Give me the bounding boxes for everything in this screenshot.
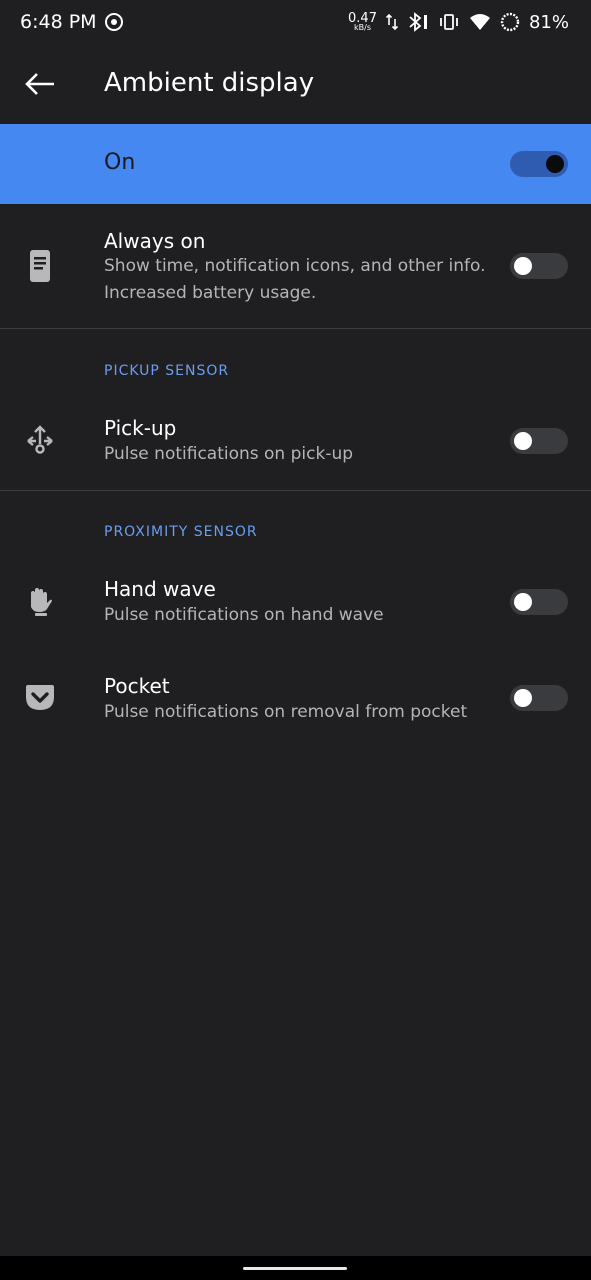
hand-icon — [24, 584, 56, 620]
page-title: Ambient display — [104, 68, 315, 98]
section-header-proximity: PROXIMITY SENSOR — [104, 524, 258, 540]
wifi-icon — [469, 14, 490, 30]
pickup-gesture-icon — [24, 422, 56, 458]
master-switch-label: On — [104, 150, 136, 175]
toggle-knob — [514, 689, 532, 707]
master-switch-toggle[interactable] — [510, 151, 568, 177]
setting-always-on[interactable]: Always on Show time, notification icons,… — [0, 204, 591, 328]
battery-percent: 81% — [528, 11, 569, 33]
setting-pocket[interactable]: Pocket Pulse notifications on removal fr… — [0, 657, 591, 747]
hand-wave-title: Hand wave — [104, 577, 216, 601]
master-switch-bar[interactable]: On — [0, 124, 591, 204]
hand-wave-toggle[interactable] — [510, 589, 568, 615]
arrow-left-icon — [25, 73, 54, 95]
battery-saver-icon — [500, 12, 520, 32]
always-on-title: Always on — [104, 229, 206, 253]
bluetooth-icon — [409, 12, 427, 32]
pocket-summary: Pulse notifications on removal from pock… — [104, 702, 468, 722]
back-button[interactable] — [22, 68, 58, 100]
media-icon — [104, 13, 123, 31]
setting-pick-up[interactable]: Pick-up Pulse notifications on pick-up — [0, 400, 591, 490]
vibrate-icon — [440, 14, 458, 30]
pocket-icon — [24, 680, 56, 716]
section-header-pickup: PICKUP SENSOR — [104, 363, 230, 379]
toggle-knob — [514, 432, 532, 450]
status-right: 0.47 kB/s 81% — [348, 12, 569, 33]
app-bar: Ambient display — [0, 44, 591, 124]
net-speed-unit: kB/s — [354, 23, 371, 33]
always-on-summary: Show time, notification icons, and other… — [104, 256, 486, 303]
pocket-toggle[interactable] — [510, 685, 568, 711]
navigation-bar — [0, 1256, 591, 1280]
home-gesture-handle[interactable] — [243, 1267, 347, 1270]
divider — [0, 328, 591, 329]
hand-wave-summary: Pulse notifications on hand wave — [104, 605, 384, 625]
always-on-toggle[interactable] — [510, 253, 568, 279]
toggle-knob — [514, 593, 532, 611]
net-speed: 0.47 kB/s — [348, 12, 377, 33]
status-time: 6:48 PM — [20, 11, 97, 33]
pick-up-summary: Pulse notifications on pick-up — [104, 444, 354, 464]
pocket-title: Pocket — [104, 674, 170, 698]
toggle-knob — [514, 257, 532, 275]
divider — [0, 490, 591, 491]
pick-up-toggle[interactable] — [510, 428, 568, 454]
phone-screen-icon — [24, 248, 56, 284]
pick-up-title: Pick-up — [104, 416, 177, 440]
toggle-knob — [546, 155, 564, 173]
status-bar: 6:48 PM 0.47 kB/s 81% — [0, 0, 591, 44]
setting-hand-wave[interactable]: Hand wave Pulse notifications on hand wa… — [0, 560, 591, 650]
status-left: 6:48 PM — [20, 11, 123, 33]
data-arrows-icon — [385, 13, 398, 31]
